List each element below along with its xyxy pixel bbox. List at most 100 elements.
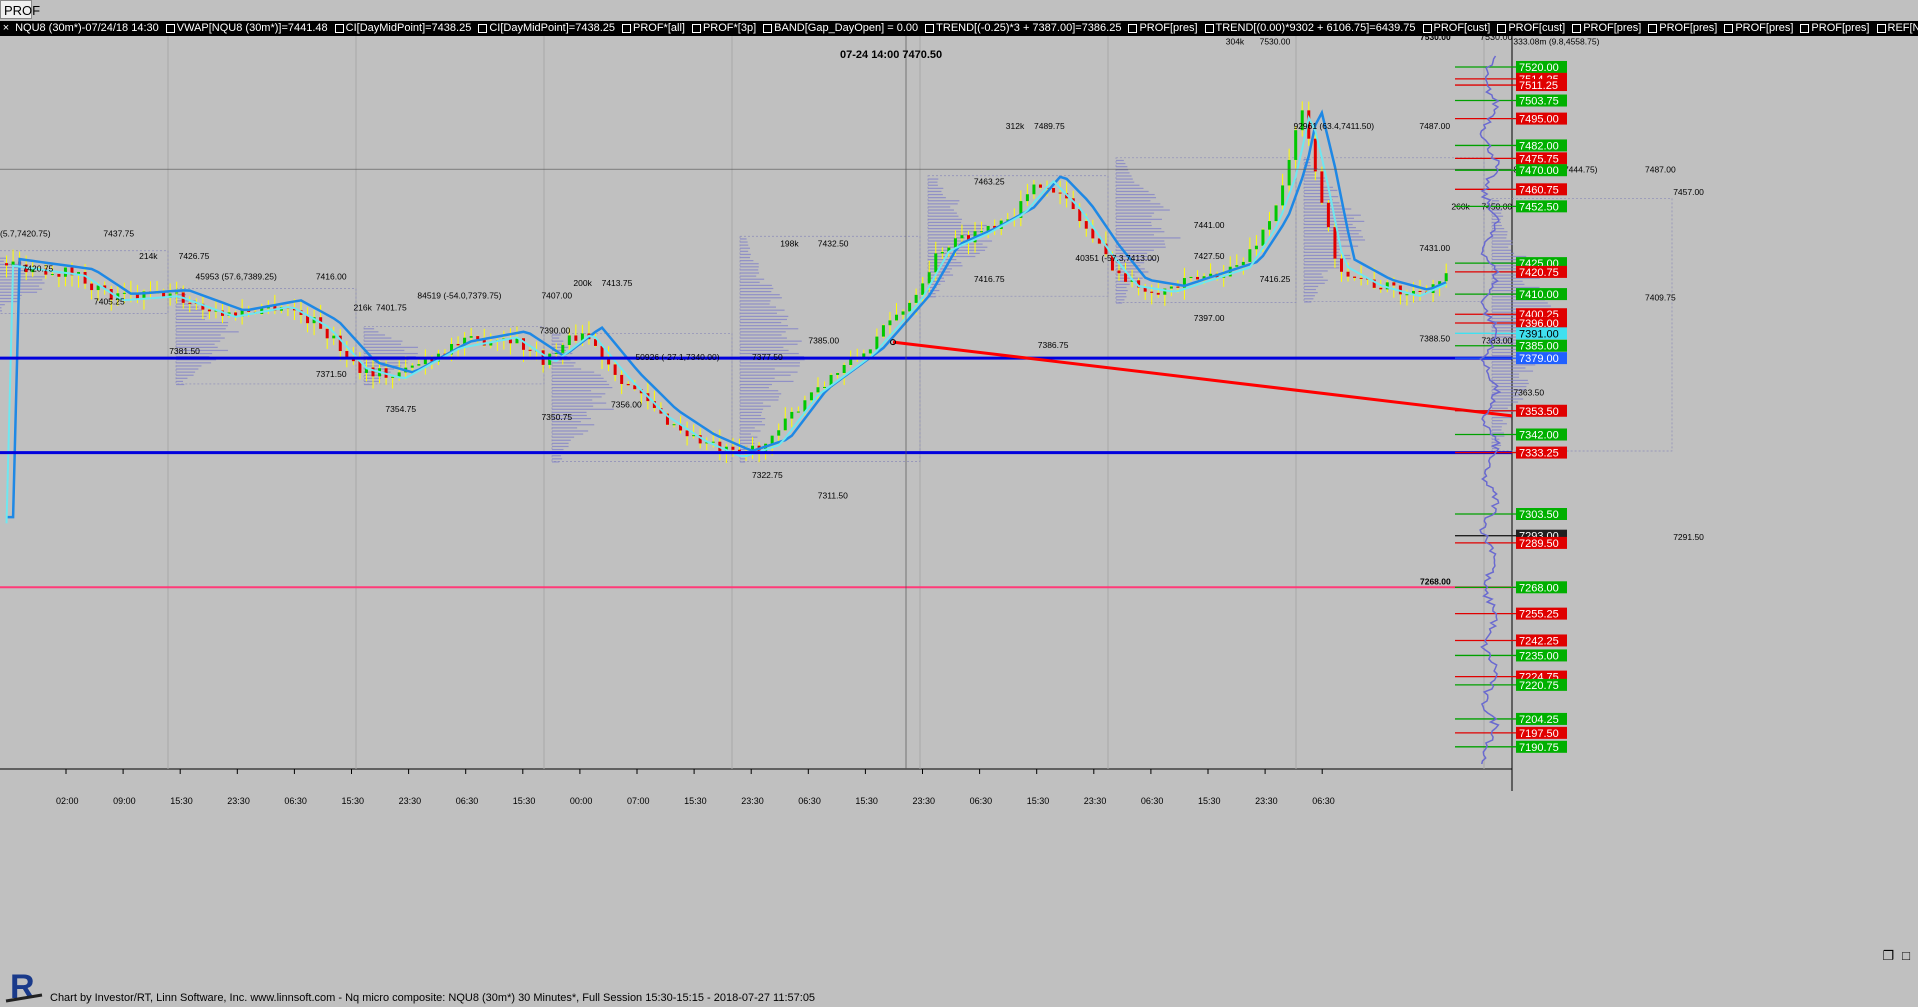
checkbox-icon[interactable] — [478, 23, 488, 33]
volume-profile-bar — [552, 445, 569, 448]
volume-profile-bar — [1116, 181, 1135, 183]
price-axis[interactable] — [1512, 36, 1918, 806]
study-item[interactable]: PROF*[3p] — [688, 21, 756, 36]
volume-profile-bar — [1116, 224, 1152, 227]
time-tick-label: 02:00 — [56, 796, 79, 806]
price-chart[interactable]: 7268.00 07-24 14:00 7470.50 (5.7,7420.75) 7… — [0, 36, 1918, 990]
candle-body — [783, 418, 787, 431]
price-level-label: 7420.75 — [1519, 267, 1559, 279]
checkbox-icon[interactable] — [1572, 23, 1582, 33]
candle-body — [1176, 286, 1180, 288]
volume-profile-bar — [928, 240, 993, 242]
profile-annotation: (5.7,7420.75) — [0, 228, 51, 238]
study-label: PROF[cust] — [1433, 22, 1491, 34]
study-item[interactable]: CI[DayMidPoint]=7438.25 — [474, 21, 615, 36]
study-label: PROF[cust] — [1508, 22, 1566, 34]
candle-body — [1038, 184, 1042, 188]
volume-profile-bar — [1304, 279, 1328, 281]
price-level-label: 7220.75 — [1519, 680, 1559, 692]
study-item[interactable]: PROF[cust] — [1493, 21, 1565, 36]
volume-profile-bar — [364, 352, 418, 355]
volume-profile-bar — [552, 430, 589, 432]
checkbox-icon[interactable] — [334, 23, 344, 33]
volume-profile-bar — [552, 433, 584, 435]
volume-profile-bar — [740, 253, 751, 256]
candle-body — [770, 435, 774, 444]
checkbox-icon[interactable] — [1422, 23, 1432, 33]
volume-profile-bar — [1304, 251, 1339, 253]
volume-profile-bar — [1492, 423, 1507, 425]
study-label: TREND[(-0.25)*3 + 7387.00]=7386.25 — [936, 22, 1122, 34]
checkbox-icon[interactable] — [1497, 23, 1507, 33]
checkbox-icon[interactable] — [1800, 23, 1810, 33]
maximize-icon[interactable]: □ — [1902, 948, 1910, 964]
price-level-label: 7511.25 — [1519, 80, 1558, 92]
study-item[interactable]: TREND[(0.00)*9302 + 6106.75]=6439.75 — [1201, 21, 1416, 36]
volume-profile-bar — [1492, 286, 1540, 289]
profile-annotation: 7420.75 — [23, 263, 54, 273]
study-item[interactable]: BAND[Gap_DayOpen] = 0.00 — [759, 21, 918, 36]
volume-profile-bar — [1116, 243, 1166, 245]
volume-profile-bar — [1116, 184, 1140, 186]
study-item[interactable]: REF[NQU8 — [1873, 21, 1918, 36]
study-item[interactable]: PROF[pres] — [1796, 21, 1870, 36]
checkbox-icon[interactable] — [1724, 23, 1734, 33]
volume-profile-bar — [552, 448, 564, 451]
time-tick-label: 15:30 — [1027, 796, 1050, 806]
volume-profile-bar — [928, 224, 987, 227]
checkbox-icon[interactable] — [925, 23, 935, 33]
volume-profile-bar — [1116, 159, 1124, 162]
time-tick-label: 23:30 — [1255, 796, 1278, 806]
study-item[interactable]: PROF[pres] — [1124, 21, 1198, 36]
volume-profile-bar — [740, 349, 789, 352]
volume-profile-bar — [0, 288, 43, 290]
profile-annotation: 7383.00 — [1481, 336, 1512, 346]
volume-profile-bar — [1492, 416, 1512, 419]
checkbox-icon[interactable] — [1128, 23, 1138, 33]
volume-profile-bar — [176, 321, 229, 324]
study-item[interactable]: CI[DayMidPoint]=7438.25 — [331, 21, 471, 36]
volume-profile-bar — [1492, 243, 1513, 245]
profile-annotation: 7322.75 — [752, 470, 783, 480]
volume-profile-bar — [740, 291, 772, 293]
study-label: PROF[pres] — [1583, 22, 1642, 34]
time-tick-label: 15:30 — [855, 796, 878, 806]
study-label: PROF[pres] — [1735, 22, 1794, 34]
study-item[interactable]: PROF[pres] — [1644, 21, 1717, 36]
restore-icon[interactable]: ❐ — [1882, 948, 1894, 964]
candle-body — [953, 238, 957, 248]
study-item[interactable]: NQU8 (30m*)-07/24/18 14:30 — [15, 21, 159, 36]
candle-body — [391, 376, 395, 378]
volume-profile-bar — [176, 312, 209, 314]
volume-profile-bar — [928, 187, 944, 189]
candle-body — [1346, 271, 1350, 277]
volume-profile-bar — [1492, 432, 1504, 434]
price-level-label: 7197.50 — [1519, 728, 1559, 740]
checkbox-icon[interactable] — [763, 23, 773, 33]
study-item[interactable]: PROF[pres] — [1720, 21, 1793, 36]
checkbox-icon[interactable] — [691, 23, 701, 33]
volume-profile-bar — [176, 371, 196, 373]
profile-annotation: 200k — [573, 278, 592, 288]
checkbox-icon[interactable] — [1876, 23, 1886, 33]
study-item[interactable]: PROF*[all] — [618, 21, 685, 36]
checkbox-icon[interactable] — [165, 23, 175, 33]
volume-profile-bar — [928, 215, 959, 217]
volume-profile-bar — [1492, 234, 1508, 236]
study-item[interactable]: PROF[pres] — [1568, 21, 1641, 36]
volume-profile-bar — [1304, 205, 1343, 207]
profile-annotation: 7390.00 — [540, 325, 571, 335]
volume-profile-bar — [740, 331, 786, 333]
study-item[interactable]: PROF[cust] — [1419, 21, 1491, 36]
study-item[interactable]: VWAP[NQU8 (30m*)]=7441.48 — [162, 21, 328, 36]
candle-body — [1150, 291, 1154, 293]
checkbox-icon[interactable] — [1648, 23, 1658, 33]
volume-profile-bar — [1492, 370, 1534, 372]
close-icon[interactable]: × — [0, 21, 12, 36]
volume-profile-bar — [740, 380, 794, 383]
checkbox-icon[interactable] — [622, 23, 631, 33]
study-item[interactable]: TREND[(-0.25)*3 + 7387.00]=7386.25 — [921, 21, 1121, 36]
profile-annotation: 84519 (-54.0,7379.75) — [417, 290, 501, 300]
time-tick-label: 06:30 — [1141, 796, 1164, 806]
checkbox-icon[interactable] — [1204, 23, 1214, 33]
